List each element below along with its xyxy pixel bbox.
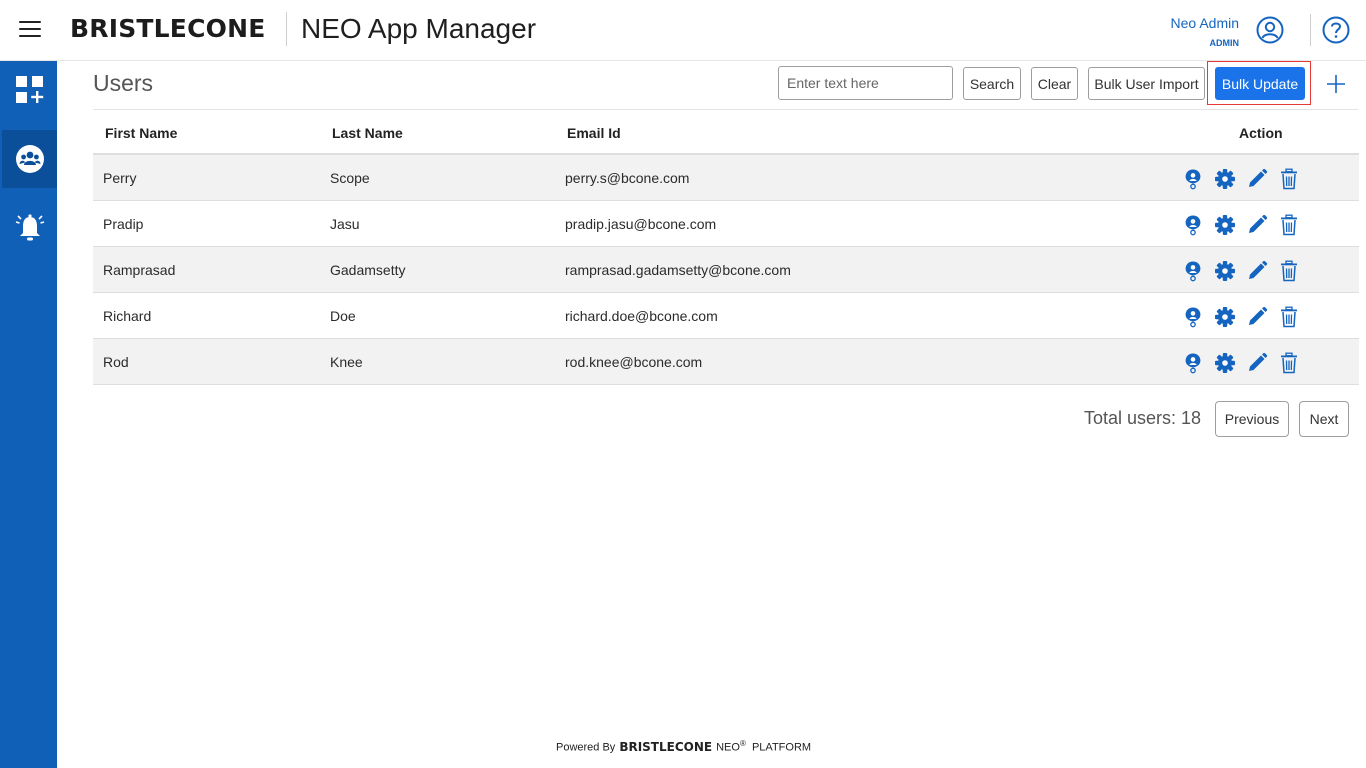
- total-users: Total users: 18: [1084, 408, 1202, 428]
- pencil-icon[interactable]: [1246, 214, 1268, 236]
- dashboard-add-icon: [15, 76, 43, 103]
- gear-icon[interactable]: [1214, 214, 1236, 236]
- previous-button[interactable]: Previous: [1215, 401, 1289, 437]
- trash-icon[interactable]: [1278, 168, 1300, 190]
- table-row: Richard Doe richard.doe@bcone.com: [93, 293, 1359, 339]
- users-table: First Name Last Name Email Id Action Per…: [93, 110, 1359, 385]
- user-badge-icon[interactable]: [1182, 260, 1204, 282]
- cell-last-name: Jasu: [330, 216, 360, 232]
- footer-platform: PLATFORM: [751, 741, 812, 754]
- column-header-action: Action: [1239, 125, 1283, 141]
- user-avatar-icon[interactable]: [1256, 16, 1284, 44]
- user-name[interactable]: Neo Admin: [1150, 15, 1239, 31]
- footer-brand: BRISTLECONE: [619, 739, 713, 754]
- table-header: First Name Last Name Email Id Action: [93, 110, 1359, 155]
- table-row: Ramprasad Gadamsetty ramprasad.gadamsetty@…: [93, 247, 1359, 293]
- user-role: ADMIN: [1209, 38, 1240, 48]
- app-title: NEO App Manager: [301, 13, 537, 44]
- cell-email: richard.doe@bcone.com: [565, 308, 718, 324]
- column-header-first-name[interactable]: First Name: [105, 125, 177, 141]
- cell-email: pradip.jasu@bcone.com: [565, 216, 717, 232]
- table-body: Perry Scope perry.s@bcone.com Pradip Jasu pra…: [93, 155, 1359, 385]
- footer-product: NEO: [716, 741, 740, 754]
- pencil-icon[interactable]: [1246, 260, 1268, 282]
- cell-first-name: Perry: [103, 170, 137, 186]
- cell-first-name: Pradip: [103, 216, 144, 232]
- table-row: Rod Knee rod.knee@bcone.com: [93, 339, 1359, 385]
- divider: [286, 12, 287, 46]
- sidebar-item-dashboard[interactable]: [2, 61, 57, 119]
- trash-icon[interactable]: [1278, 352, 1300, 374]
- user-badge-icon[interactable]: [1182, 352, 1204, 374]
- gear-icon[interactable]: [1214, 306, 1236, 328]
- users-group-icon: [15, 145, 44, 173]
- next-button[interactable]: Next: [1299, 401, 1349, 437]
- trash-icon[interactable]: [1278, 306, 1300, 328]
- column-header-last-name[interactable]: Last Name: [332, 125, 403, 141]
- footer-powered-by: Powered By: [556, 741, 616, 754]
- gear-icon[interactable]: [1214, 352, 1236, 374]
- user-badge-icon[interactable]: [1182, 306, 1204, 328]
- sidebar-item-notifications[interactable]: [2, 199, 57, 257]
- cell-first-name: Richard: [103, 308, 152, 324]
- footer: Powered By BRISTLECONE NEO® PLATFORM: [556, 739, 811, 754]
- pencil-icon[interactable]: [1246, 306, 1268, 328]
- brand-logo: BRISTLECONE: [70, 14, 266, 43]
- row-actions: [1182, 352, 1302, 374]
- user-badge-icon[interactable]: [1182, 168, 1204, 190]
- bulk-update-button[interactable]: Bulk Update: [1215, 67, 1305, 100]
- user-badge-icon[interactable]: [1182, 214, 1204, 236]
- search-button[interactable]: Search: [963, 67, 1021, 100]
- cell-email: ramprasad.gadamsetty@bcone.com: [565, 262, 791, 278]
- trash-icon[interactable]: [1278, 260, 1300, 282]
- column-header-email[interactable]: Email Id: [567, 125, 621, 141]
- hamburger-menu-icon[interactable]: [19, 21, 41, 39]
- trash-icon[interactable]: [1278, 214, 1300, 236]
- gear-icon[interactable]: [1214, 260, 1236, 282]
- cell-first-name: Ramprasad: [103, 262, 176, 278]
- sidebar: [0, 61, 57, 768]
- footer-registered: ®: [739, 739, 746, 748]
- cell-last-name: Knee: [330, 354, 363, 370]
- cell-first-name: Rod: [103, 354, 129, 370]
- row-actions: [1182, 260, 1302, 282]
- divider: [1310, 14, 1311, 46]
- row-actions: [1182, 306, 1302, 328]
- row-actions: [1182, 214, 1302, 236]
- table-row: Pradip Jasu pradip.jasu@bcone.com: [93, 201, 1359, 247]
- notification-bell-icon: [15, 214, 44, 241]
- search-input[interactable]: [778, 66, 953, 100]
- cell-last-name: Scope: [330, 170, 370, 186]
- clear-button[interactable]: Clear: [1031, 67, 1078, 100]
- page-title: Users: [93, 70, 154, 96]
- pencil-icon[interactable]: [1246, 352, 1268, 374]
- pencil-icon[interactable]: [1246, 168, 1268, 190]
- app-header: BRISTLECONE NEO App Manager Neo Admin AD…: [0, 0, 1366, 61]
- table-row: Perry Scope perry.s@bcone.com: [93, 155, 1359, 201]
- cell-email: perry.s@bcone.com: [565, 170, 690, 186]
- gear-icon[interactable]: [1214, 168, 1236, 190]
- cell-last-name: Gadamsetty: [330, 262, 406, 278]
- bulk-user-import-button[interactable]: Bulk User Import: [1088, 67, 1205, 100]
- row-actions: [1182, 168, 1302, 190]
- sidebar-item-users[interactable]: [2, 130, 57, 188]
- cell-last-name: Doe: [330, 308, 356, 324]
- help-icon[interactable]: [1322, 16, 1350, 44]
- add-user-icon[interactable]: [1324, 72, 1348, 96]
- cell-email: rod.knee@bcone.com: [565, 354, 703, 370]
